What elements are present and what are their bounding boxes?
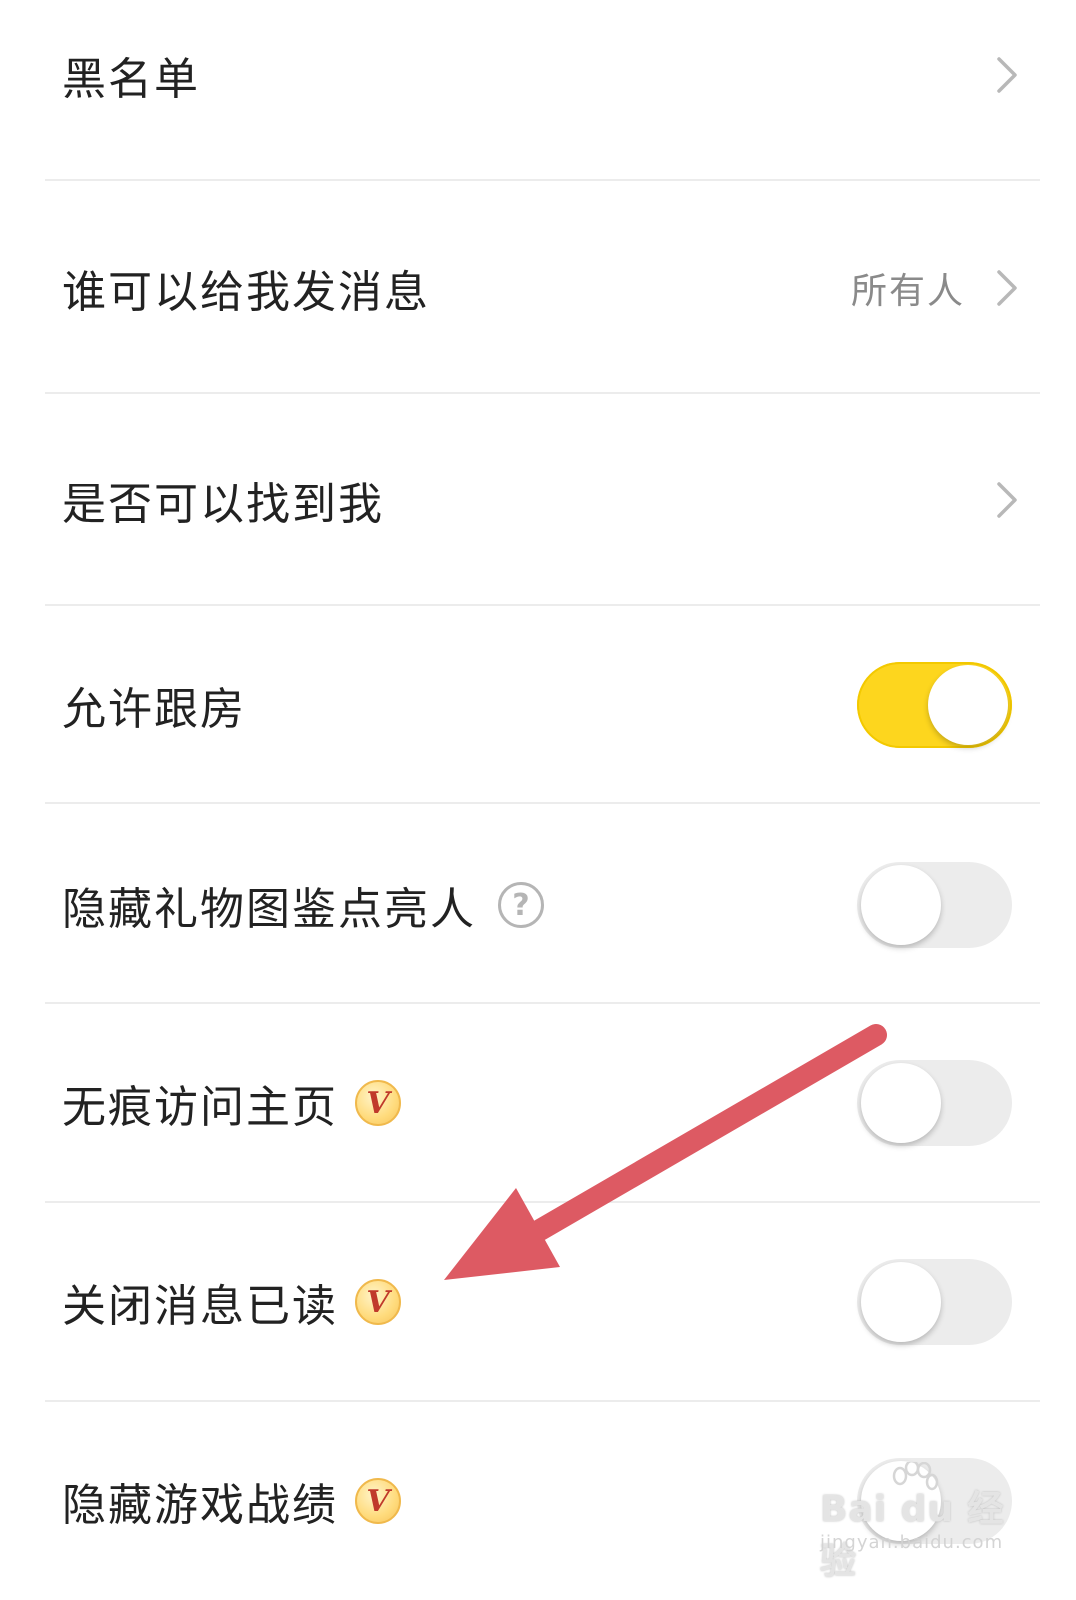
vip-badge-icon: V [355,1279,401,1325]
setting-label-close-read-receipt: 关闭消息已读 [62,1281,338,1332]
row-divider [45,179,1040,181]
close-read-receipt-toggle[interactable] [857,1259,1012,1345]
invisible-visit-toggle[interactable] [857,1060,1012,1146]
chevron-right-icon [996,481,1018,519]
row-divider [45,1400,1040,1402]
setting-label-blacklist: 黑名单 [62,54,200,105]
setting-value-who-can-message: 所有人 [850,271,965,312]
setting-label-allow-follow-room: 允许跟房 [62,684,246,735]
setting-row-blacklist[interactable]: 黑名单 [45,20,1040,130]
setting-row-findable[interactable]: 是否可以找到我 [45,445,1040,555]
setting-label-hide-gift-collection: 隐藏礼物图鉴点亮人 [62,884,476,935]
setting-row-who-can-message[interactable]: 谁可以给我发消息 所有人 [45,233,1040,343]
setting-label-findable: 是否可以找到我 [62,479,384,530]
chevron-right-icon [996,56,1018,94]
vip-badge-icon: V [355,1478,401,1524]
row-divider [45,392,1040,394]
setting-row-allow-follow-room: 允许跟房 [45,650,1040,760]
setting-label-who-can-message: 谁可以给我发消息 [62,267,430,318]
question-circle-icon[interactable]: ? [498,882,544,928]
privacy-settings-list: 黑名单 谁可以给我发消息 所有人 是否可以找到我 允许跟房 隐藏礼物图鉴点亮人 … [0,0,1076,1600]
chevron-right-icon [996,269,1018,307]
watermark-url: jingyan.baidu.com [820,1532,1004,1553]
row-divider [45,604,1040,606]
toggle-knob [861,1262,941,1342]
baidu-jingyan-watermark: Bai du 经验 jingyan.baidu.com [820,1462,1020,1582]
row-divider [45,1201,1040,1203]
setting-label-hide-game-record: 隐藏游戏战绩 [62,1480,338,1531]
row-divider [45,1002,1040,1004]
row-divider [45,802,1040,804]
toggle-knob [861,865,941,945]
setting-row-invisible-visit: 无痕访问主页 V [45,1048,1040,1158]
toggle-knob [861,1063,941,1143]
hide-gift-collection-toggle[interactable] [857,862,1012,948]
allow-follow-room-toggle[interactable] [857,662,1012,748]
toggle-knob [928,665,1008,745]
setting-label-invisible-visit: 无痕访问主页 [62,1082,338,1133]
setting-row-close-read-receipt: 关闭消息已读 V [45,1247,1040,1357]
vip-badge-icon: V [355,1080,401,1126]
setting-row-hide-gift-collection: 隐藏礼物图鉴点亮人 ? [45,850,1040,960]
